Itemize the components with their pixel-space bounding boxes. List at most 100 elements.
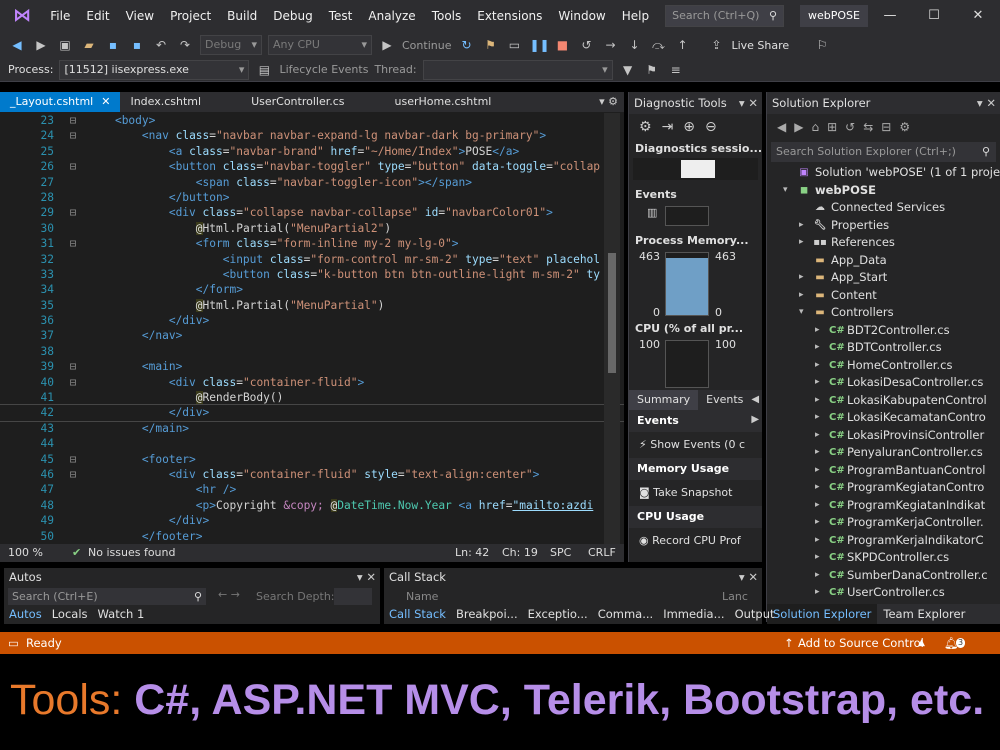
- fold-marker-icon[interactable]: ⊟: [58, 375, 88, 390]
- tree-item[interactable]: ▸ C# BDTController.cs: [767, 339, 1000, 357]
- maximize-icon[interactable]: ☐: [912, 0, 956, 32]
- thread-select[interactable]: [422, 59, 613, 80]
- pane-controls-icon[interactable]: ▾ ✕: [739, 568, 758, 586]
- code-line[interactable]: 50 </footer>: [0, 529, 624, 544]
- code-line[interactable]: 35 @Html.Partial("MenuPartial"): [0, 298, 624, 313]
- pane-controls-icon[interactable]: ▾ ✕: [357, 568, 376, 586]
- code-line[interactable]: 28 </button>: [0, 190, 624, 205]
- code-line[interactable]: 30 @Html.Partial("MenuPartial2"): [0, 221, 624, 236]
- fold-marker-icon[interactable]: ⊟: [58, 159, 88, 174]
- code-line[interactable]: 34 </form>: [0, 282, 624, 297]
- menu-item-window[interactable]: Window: [550, 0, 613, 32]
- undo-icon[interactable]: ↶: [152, 38, 170, 52]
- chevron-right-icon[interactable]: ▸: [799, 269, 804, 287]
- code-line[interactable]: 39 ⊟ <main>: [0, 359, 624, 374]
- tab-team-explorer[interactable]: Team Explorer: [877, 604, 971, 624]
- live-share-button[interactable]: Live Share: [731, 39, 789, 52]
- name-column-header[interactable]: Name: [406, 590, 438, 603]
- new-project-icon[interactable]: ▣: [56, 38, 74, 52]
- chevron-right-icon[interactable]: ▸: [815, 567, 820, 585]
- fold-marker-icon[interactable]: ⊟: [58, 236, 88, 251]
- fold-marker-icon[interactable]: ⊟: [58, 452, 88, 467]
- tab-command[interactable]: Comma...: [593, 605, 658, 624]
- tree-item[interactable]: ▸ C# HomeController.cs: [767, 357, 1000, 375]
- tree-item[interactable]: ▸ C# ProgramKerjaIndikatorC: [767, 532, 1000, 550]
- menu-item-view[interactable]: View: [118, 0, 162, 32]
- menu-item-test[interactable]: Test: [321, 0, 361, 32]
- open-folder-icon[interactable]: ▰: [80, 38, 98, 52]
- close-icon[interactable]: ✕: [956, 0, 1000, 32]
- menu-item-extensions[interactable]: Extensions: [469, 0, 550, 32]
- restart-icon[interactable]: ↺: [577, 38, 595, 52]
- session-timeline[interactable]: [633, 158, 758, 180]
- minimize-icon[interactable]: —: [868, 0, 912, 32]
- code-line[interactable]: 25 <a class="navbar-brand" href="~/Home/…: [0, 144, 624, 159]
- screen-icon[interactable]: ▭: [505, 38, 523, 52]
- code-line[interactable]: 31 ⊟ <form class="form-inline my-2 my-lg-…: [0, 236, 624, 251]
- tree-item[interactable]: ▸ C# ProgramKegiatanIndikat: [767, 497, 1000, 515]
- tree-item[interactable]: ▸ C# SumberDanaController.c: [767, 567, 1000, 585]
- tree-item[interactable]: ▾ ▬ Controllers: [767, 304, 1000, 322]
- switch-views-icon[interactable]: ⊞: [827, 120, 837, 134]
- chevron-right-icon[interactable]: ▸: [815, 392, 820, 410]
- back-icon[interactable]: ◀: [8, 38, 26, 52]
- tab-exceptions[interactable]: Exceptio...: [523, 605, 593, 624]
- refresh-icon[interactable]: ↻: [457, 38, 475, 52]
- forward-icon[interactable]: ▶: [794, 120, 803, 134]
- lifecycle-events-select[interactable]: Lifecycle Events: [279, 63, 368, 76]
- step-out-icon[interactable]: ↑: [673, 38, 691, 52]
- tree-item[interactable]: ▸ C# LokasiDesaController.cs: [767, 374, 1000, 392]
- zoom-out-icon[interactable]: ⊖: [705, 119, 717, 135]
- step-next-icon[interactable]: →: [601, 38, 619, 52]
- continue-icon[interactable]: ▶: [378, 38, 396, 52]
- tab-list-icon[interactable]: ▾ ⚙: [599, 92, 618, 112]
- fold-marker-icon[interactable]: ⊟: [58, 128, 88, 143]
- stop-icon[interactable]: ■: [553, 38, 571, 52]
- fold-marker-icon[interactable]: ⊟: [58, 359, 88, 374]
- filter-icon[interactable]: ▼: [619, 63, 637, 77]
- tree-item[interactable]: ▸ C# LokasiProvinsiController: [767, 427, 1000, 445]
- tree-item[interactable]: ▸ 🔧︎ Properties: [767, 217, 1000, 235]
- settings-icon[interactable]: ⚙: [639, 119, 652, 135]
- code-line[interactable]: 29 ⊟ <div class="collapse navbar-collapse…: [0, 205, 624, 220]
- tree-item[interactable]: ▸ C# ProgramKerjaController.: [767, 514, 1000, 532]
- pane-controls-icon[interactable]: ▾ ✕: [739, 92, 758, 114]
- code-line[interactable]: 38: [0, 344, 624, 359]
- tree-item[interactable]: ▸ C# LokasiKecamatanContro: [767, 409, 1000, 427]
- tab-call-stack[interactable]: Call Stack: [384, 605, 451, 624]
- tab-userhome-cshtml[interactable]: userHome.cshtml: [385, 92, 502, 112]
- tab-autos[interactable]: Autos: [4, 605, 47, 624]
- show-events-button[interactable]: ⚡ Show Events (0 c: [629, 432, 762, 458]
- search-input[interactable]: Search (Ctrl+Q) ⚲: [665, 5, 785, 27]
- chevron-down-icon[interactable]: ▾: [783, 182, 788, 200]
- menu-item-help[interactable]: Help: [614, 0, 657, 32]
- tree-item[interactable]: ▸ C# UserController.cs: [767, 584, 1000, 602]
- tab-watch-1[interactable]: Watch 1: [93, 605, 150, 624]
- platform-select[interactable]: Any CPU: [268, 35, 372, 55]
- scrollbar-thumb[interactable]: [608, 253, 616, 373]
- search-depth-select[interactable]: [334, 588, 372, 605]
- tab-index-cshtml[interactable]: Index.cshtml: [120, 92, 211, 112]
- home-icon[interactable]: ⌂: [811, 120, 819, 134]
- tab-usercontroller-cs[interactable]: UserController.cs: [241, 92, 354, 112]
- tab-solution-explorer[interactable]: Solution Explorer: [767, 604, 878, 624]
- flag-icon[interactable]: ⚑: [643, 63, 661, 77]
- code-line[interactable]: 42 </div>: [0, 404, 624, 422]
- fold-marker-icon[interactable]: ⊟: [58, 113, 88, 128]
- properties-icon[interactable]: ⚙: [899, 120, 910, 134]
- code-line[interactable]: 49 </div>: [0, 513, 624, 528]
- tab-breakpoints[interactable]: Breakpoi...: [451, 605, 523, 624]
- menu-item-debug[interactable]: Debug: [265, 0, 320, 32]
- tree-item[interactable]: ☁ Connected Services: [767, 199, 1000, 217]
- tab-events[interactable]: Events: [698, 390, 751, 410]
- chevron-right-icon[interactable]: ▸: [799, 234, 804, 252]
- chevron-right-icon[interactable]: ▸: [815, 479, 820, 497]
- chevron-right-icon[interactable]: ▸: [815, 444, 820, 462]
- feedback-icon[interactable]: ⚐: [813, 38, 831, 52]
- pause-icon[interactable]: ❚❚: [529, 38, 549, 52]
- zoom-level[interactable]: 100 %: [8, 544, 43, 562]
- tab-summary[interactable]: Summary: [629, 390, 699, 410]
- chevron-right-icon[interactable]: ▸: [815, 462, 820, 480]
- code-line[interactable]: 26 ⊟ <button class="navbar-toggler" type=…: [0, 159, 624, 174]
- tree-item[interactable]: ▾ ◼ webPOSE: [767, 182, 1000, 200]
